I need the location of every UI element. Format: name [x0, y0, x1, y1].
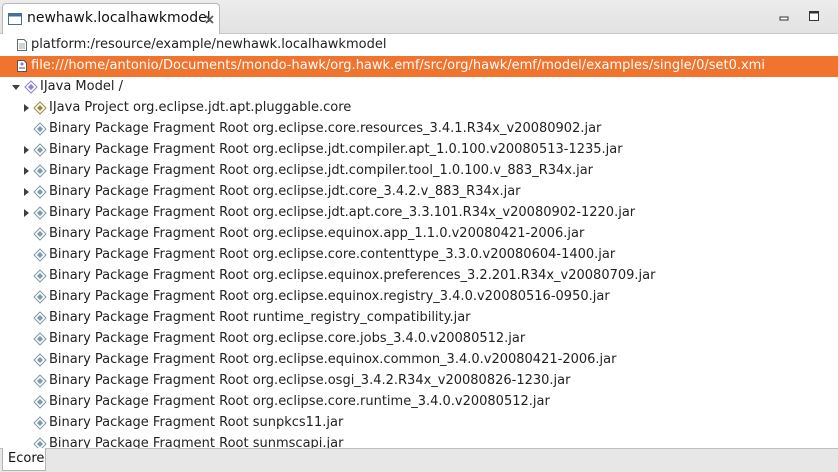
model-object-icon	[33, 311, 47, 325]
expand-toggle[interactable]	[24, 104, 29, 112]
editor-tab-bar: newhawk.localhawkmodel	[0, 0, 838, 34]
tree-row-fragment[interactable]: Binary Package Fragment Root org.eclipse…	[0, 119, 838, 140]
model-object-icon	[33, 374, 47, 388]
tree-row-fragment[interactable]: Binary Package Fragment Root org.eclipse…	[0, 287, 838, 308]
minimize-icon[interactable]	[777, 9, 791, 23]
tree-row-project[interactable]: IJava Project org.eclipse.jdt.apt.plugga…	[0, 98, 838, 119]
model-editor-icon	[8, 13, 22, 25]
tree-row-label: Binary Package Fragment Root org.eclipse…	[49, 142, 623, 157]
model-object-icon	[33, 437, 47, 448]
tree-row-label: Binary Package Fragment Root org.eclipse…	[49, 268, 656, 283]
model-object-icon	[33, 416, 47, 430]
resource-file-icon	[17, 39, 27, 51]
tree-row-fragment[interactable]: Binary Package Fragment Root org.eclipse…	[0, 140, 838, 161]
model-object-icon	[24, 80, 38, 94]
editor-tab[interactable]: newhawk.localhawkmodel	[2, 3, 220, 34]
model-object-icon	[33, 122, 47, 136]
tree-row-fragment[interactable]: Binary Package Fragment Root org.eclipse…	[0, 245, 838, 266]
tree-row-fragment[interactable]: Binary Package Fragment Root org.eclipse…	[0, 266, 838, 287]
tree-row-label: Binary Package Fragment Root sunmscapi.j…	[49, 436, 344, 448]
tree-row-label: Binary Package Fragment Root org.eclipse…	[49, 289, 610, 304]
tab-ecore-label: Ecore	[8, 451, 45, 466]
tree-row-fragment[interactable]: Binary Package Fragment Root org.eclipse…	[0, 350, 838, 371]
tree-row-fragment[interactable]: Binary Package Fragment Root sunpkcs11.j…	[0, 413, 838, 434]
tree-row-label: Binary Package Fragment Root org.eclipse…	[49, 226, 585, 241]
expand-toggle[interactable]	[24, 188, 29, 196]
model-object-icon	[33, 185, 47, 199]
tree-row-fragment[interactable]: Binary Package Fragment Root org.eclipse…	[0, 392, 838, 413]
tree-row-label: Binary Package Fragment Root org.eclipse…	[49, 247, 616, 262]
tree-row-resource[interactable]: platform:/resource/example/newhawk.local…	[0, 35, 838, 56]
tree-row-model[interactable]: IJava Model /	[0, 77, 838, 98]
editor-bottom-tabs: Ecore	[0, 448, 838, 472]
expand-toggle[interactable]	[24, 209, 29, 217]
tab-ecore[interactable]: Ecore	[2, 448, 46, 471]
tree-row-label: IJava Model /	[40, 79, 123, 94]
model-object-icon	[33, 143, 47, 157]
editor-tab-title: newhawk.localhawkmodel	[27, 10, 211, 26]
tree-row-fragment[interactable]: Binary Package Fragment Root org.eclipse…	[0, 161, 838, 182]
expand-toggle[interactable]	[24, 146, 29, 154]
expand-toggle[interactable]	[12, 85, 20, 90]
model-object-icon	[33, 164, 47, 178]
model-object-icon	[33, 101, 47, 115]
tree-row-fragment[interactable]: Binary Package Fragment Root sunmscapi.j…	[0, 434, 838, 448]
expand-toggle[interactable]	[24, 167, 29, 175]
resource-tree: platform:/resource/example/newhawk.local…	[0, 34, 838, 448]
tree-row-fragment[interactable]: Binary Package Fragment Root org.eclipse…	[0, 224, 838, 245]
model-object-icon	[33, 290, 47, 304]
tree-row-fragment[interactable]: Binary Package Fragment Root org.eclipse…	[0, 203, 838, 224]
maximize-icon[interactable]	[807, 9, 821, 23]
tree-row-label: Binary Package Fragment Root org.eclipse…	[49, 373, 571, 388]
xmi-file-icon	[17, 60, 27, 72]
tree-row-label: platform:/resource/example/newhawk.local…	[31, 37, 387, 52]
model-object-icon	[33, 269, 47, 283]
tree-row-label: Binary Package Fragment Root sunpkcs11.j…	[49, 415, 344, 430]
tree-row-label: Binary Package Fragment Root org.eclipse…	[49, 394, 550, 409]
tree-row-file[interactable]: file:///home/antonio/Documents/mondo-haw…	[0, 56, 838, 77]
tree-row-label: Binary Package Fragment Root org.eclipse…	[49, 121, 602, 136]
tree-row-fragment[interactable]: Binary Package Fragment Root runtime_reg…	[0, 308, 838, 329]
tree-row-fragment[interactable]: Binary Package Fragment Root org.eclipse…	[0, 371, 838, 392]
tree-row-fragment[interactable]: Binary Package Fragment Root org.eclipse…	[0, 182, 838, 203]
tree-row-label: Binary Package Fragment Root org.eclipse…	[49, 163, 594, 178]
model-object-icon	[33, 248, 47, 262]
tree-row-label: Binary Package Fragment Root org.eclipse…	[49, 331, 526, 346]
model-object-icon	[33, 395, 47, 409]
tree-row-label: IJava Project org.eclipse.jdt.apt.plugga…	[49, 100, 352, 115]
model-object-icon	[33, 353, 47, 367]
tree-row-label: file:///home/antonio/Documents/mondo-haw…	[31, 58, 765, 73]
model-object-icon	[33, 206, 47, 220]
tree-row-label: Binary Package Fragment Root runtime_reg…	[49, 310, 471, 325]
model-object-icon	[33, 227, 47, 241]
tree-row-label: Binary Package Fragment Root org.eclipse…	[49, 205, 636, 220]
close-icon[interactable]	[204, 14, 215, 25]
tree-row-label: Binary Package Fragment Root org.eclipse…	[49, 352, 617, 367]
model-object-icon	[33, 332, 47, 346]
tree-row-fragment[interactable]: Binary Package Fragment Root org.eclipse…	[0, 329, 838, 350]
tree-row-label: Binary Package Fragment Root org.eclipse…	[49, 184, 521, 199]
